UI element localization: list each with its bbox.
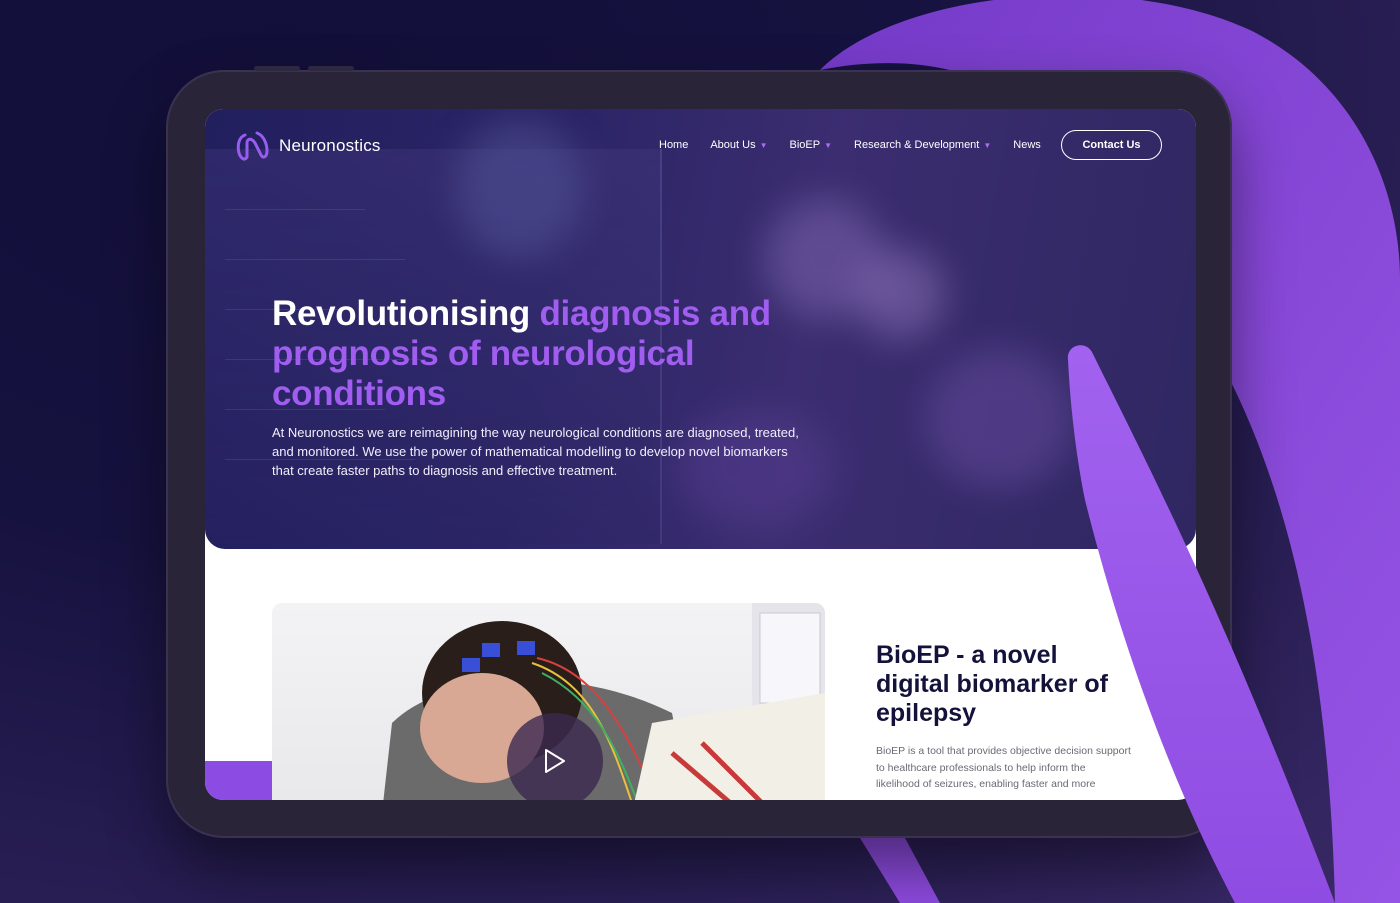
hero-title: Revolutionising diagnosis and prognosis … (272, 294, 792, 414)
video-card[interactable] (272, 603, 825, 800)
nav-label: Research & Development (854, 139, 980, 151)
neuronostics-logo-icon (236, 131, 269, 161)
nav-item-bioep[interactable]: BioEP ▼ (790, 139, 833, 151)
bioep-title: BioEP - a novel digital biomarker of epi… (876, 641, 1108, 727)
hero-title-white: Revolutionising (272, 294, 540, 333)
chevron-down-icon: ▼ (824, 140, 833, 150)
nav-item-about-us[interactable]: About Us ▼ (710, 139, 767, 151)
play-button[interactable] (507, 713, 603, 800)
hero-section: Neuronostics Home About Us ▼ BioEP ▼ Res… (205, 109, 1196, 549)
hero-description: At Neuronostics we are reimagining the w… (272, 425, 799, 478)
brand-logo[interactable]: Neuronostics (235, 129, 381, 163)
bioep-description: BioEP is a tool that provides objective … (876, 745, 1131, 790)
main-nav: Home About Us ▼ BioEP ▼ Research & Devel… (659, 139, 1063, 151)
brand-name: Neuronostics (279, 136, 381, 155)
nav-label: News (1013, 139, 1041, 151)
chevron-down-icon: ▼ (983, 140, 992, 150)
nav-label: BioEP (789, 139, 821, 151)
nav-label: About Us (710, 139, 756, 151)
tablet-button (254, 66, 300, 71)
tablet-button (308, 66, 354, 71)
nav-item-research-development[interactable]: Research & Development ▼ (854, 139, 991, 151)
chevron-down-icon: ▼ (759, 140, 768, 150)
website-screen: Neuronostics Home About Us ▼ BioEP ▼ Res… (205, 109, 1196, 800)
nav-item-home[interactable]: Home (659, 139, 688, 151)
play-icon (545, 749, 565, 773)
accent-bar (205, 761, 272, 800)
nav-label: Home (659, 139, 689, 151)
contact-us-button[interactable]: Contact Us (1061, 130, 1162, 160)
nav-item-news[interactable]: News (1013, 139, 1041, 151)
